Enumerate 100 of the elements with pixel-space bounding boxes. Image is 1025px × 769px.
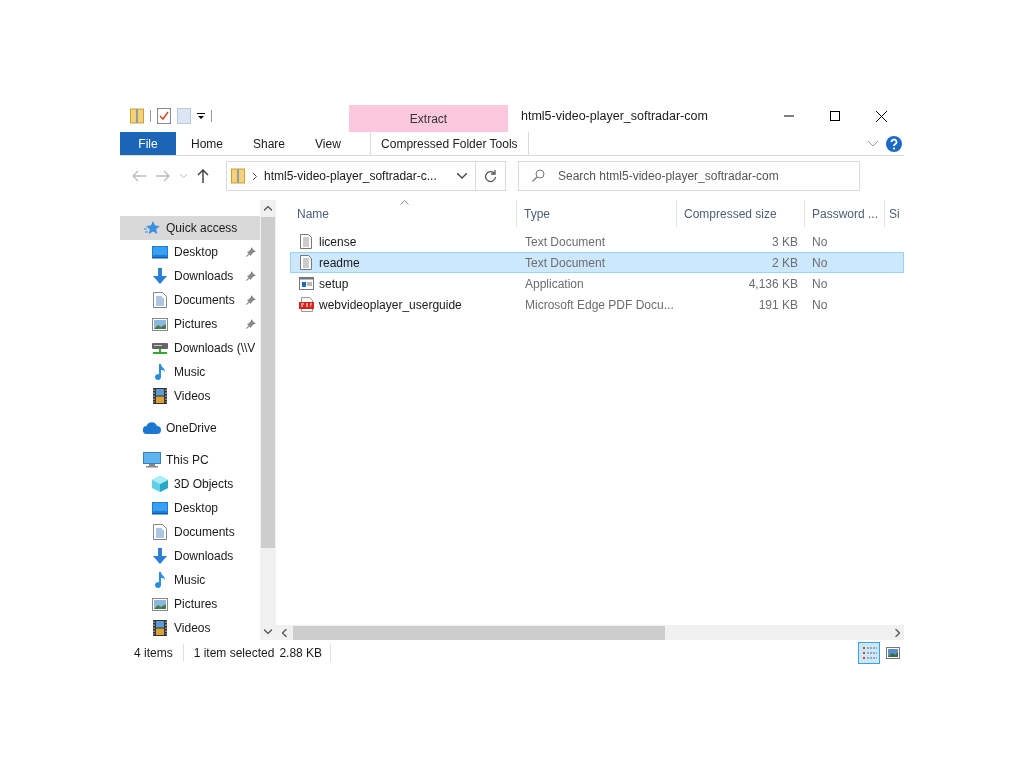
document-icon bbox=[151, 292, 169, 308]
chevron-down-icon[interactable] bbox=[457, 173, 467, 179]
column-header[interactable]: Si bbox=[884, 200, 904, 228]
file-row[interactable]: license Text Document 3 KB No bbox=[290, 231, 904, 252]
network-drive-icon bbox=[151, 341, 169, 355]
ribbon-tab[interactable]: Compressed Folder Tools bbox=[369, 132, 529, 155]
properties-icon[interactable] bbox=[157, 108, 171, 124]
cube-icon bbox=[151, 476, 169, 492]
picture-icon bbox=[151, 597, 169, 611]
item-count: 4 items bbox=[120, 644, 184, 662]
nav-item[interactable]: Downloads bbox=[120, 264, 260, 288]
nav-item[interactable]: Music bbox=[120, 568, 260, 592]
file-name: webvideoplayer_userguide bbox=[319, 296, 462, 314]
nav-item[interactable]: Pictures bbox=[120, 592, 260, 616]
nav-item[interactable]: Documents bbox=[120, 288, 260, 312]
back-arrow-icon[interactable] bbox=[132, 170, 146, 182]
ribbon-tab[interactable]: View bbox=[300, 132, 356, 155]
picture-icon bbox=[151, 317, 169, 331]
cloud-icon bbox=[143, 422, 161, 434]
file-row[interactable]: setup Application 4,136 KB No bbox=[290, 273, 904, 294]
password-status: No bbox=[811, 296, 829, 314]
nav-item[interactable]: Downloads bbox=[120, 544, 260, 568]
refresh-icon[interactable] bbox=[484, 169, 497, 183]
password-status: No bbox=[811, 233, 829, 251]
pdf-file-icon bbox=[298, 297, 314, 312]
computer-icon bbox=[143, 452, 161, 468]
nav-item[interactable]: Videos bbox=[120, 616, 260, 640]
ribbon-tab[interactable]: File bbox=[120, 132, 176, 155]
column-header[interactable]: Password ... bbox=[804, 200, 884, 228]
file-row[interactable]: readme Text Document 2 KB No bbox=[290, 252, 904, 273]
password-status: No bbox=[811, 254, 829, 272]
nav-item[interactable]: This PC bbox=[120, 448, 260, 472]
nav-item[interactable]: Pictures bbox=[120, 312, 260, 336]
application-icon bbox=[298, 277, 314, 290]
file-type: Microsoft Edge PDF Docu... bbox=[524, 296, 675, 314]
scroll-right-icon[interactable] bbox=[895, 628, 900, 637]
close-icon bbox=[875, 110, 887, 122]
up-arrow-icon[interactable] bbox=[197, 169, 209, 183]
file-type: Application bbox=[524, 275, 585, 293]
scroll-left-icon[interactable] bbox=[282, 628, 287, 637]
scroll-up-icon[interactable] bbox=[264, 206, 272, 211]
file-type: Text Document bbox=[524, 254, 607, 272]
vertical-scrollbar[interactable] bbox=[260, 200, 276, 640]
scrollbar-thumb[interactable] bbox=[293, 625, 665, 640]
star-icon bbox=[143, 220, 161, 236]
nav-item[interactable]: Documents bbox=[120, 520, 260, 544]
monitor-icon bbox=[151, 245, 169, 259]
ribbon-tab[interactable]: Share bbox=[238, 132, 301, 155]
horizontal-scrollbar[interactable] bbox=[276, 625, 904, 640]
chevron-right-icon bbox=[253, 172, 257, 180]
scroll-down-icon[interactable] bbox=[264, 629, 272, 634]
column-header[interactable]: Type bbox=[516, 200, 676, 228]
column-header[interactable]: Compressed size bbox=[676, 200, 804, 228]
pin-icon[interactable] bbox=[246, 319, 256, 329]
pin-icon[interactable] bbox=[246, 247, 256, 257]
download-arrow-icon bbox=[151, 268, 169, 284]
window-title: html5-video-player_softradar-com bbox=[520, 107, 709, 125]
dropdown-icon[interactable] bbox=[197, 112, 205, 120]
zip-folder-icon bbox=[231, 168, 245, 184]
file-size: 4,136 KB bbox=[747, 275, 799, 293]
details-view-button[interactable] bbox=[858, 642, 880, 664]
nav-item[interactable]: Desktop bbox=[120, 496, 260, 520]
file-name: license bbox=[319, 233, 357, 251]
ribbon-tab[interactable]: Home bbox=[176, 132, 238, 155]
file-size: 2 KB bbox=[771, 254, 799, 272]
text-file-icon bbox=[298, 234, 314, 249]
text-file-icon bbox=[298, 255, 314, 270]
address-path: html5-video-player_softradar-c... bbox=[264, 168, 438, 185]
address-bar[interactable]: html5-video-player_softradar-c... bbox=[226, 161, 506, 191]
document-icon bbox=[151, 524, 169, 540]
nav-item[interactable]: Quick access bbox=[120, 216, 260, 240]
search-icon bbox=[532, 169, 545, 182]
maximize-icon bbox=[830, 111, 840, 121]
nav-item[interactable]: OneDrive bbox=[120, 416, 260, 440]
help-icon[interactable] bbox=[886, 135, 902, 152]
details-list-icon bbox=[861, 646, 877, 660]
pin-icon[interactable] bbox=[246, 271, 256, 281]
monitor-icon bbox=[151, 501, 169, 515]
file-row[interactable]: webvideoplayer_userguide Microsoft Edge PDF Docu... 191 KB No bbox=[290, 294, 904, 315]
nav-item[interactable]: 3D Objects bbox=[120, 472, 260, 496]
file-name: setup bbox=[319, 275, 349, 293]
selection-size: 2.88 KB bbox=[279, 644, 332, 662]
nav-item[interactable]: Music bbox=[120, 360, 260, 384]
pin-icon[interactable] bbox=[246, 295, 256, 305]
search-field[interactable]: Search html5-video-player_softradar-com bbox=[518, 161, 860, 191]
nav-item[interactable]: Videos bbox=[120, 384, 260, 408]
file-name: readme bbox=[319, 254, 360, 272]
selection-status: 1 item selected bbox=[192, 645, 276, 662]
context-tab-header: Extract bbox=[349, 105, 508, 132]
download-arrow-icon bbox=[151, 548, 169, 564]
file-size: 191 KB bbox=[757, 296, 799, 314]
scrollbar-thumb[interactable] bbox=[261, 217, 275, 548]
film-icon bbox=[151, 388, 169, 404]
picture-icon bbox=[886, 647, 900, 659]
nav-item[interactable]: Downloads (\\V bbox=[120, 336, 260, 360]
column-header[interactable]: Name bbox=[290, 200, 516, 228]
file-size: 3 KB bbox=[771, 233, 799, 251]
nav-item[interactable]: Desktop bbox=[120, 240, 260, 264]
zip-folder-icon[interactable] bbox=[130, 108, 144, 124]
forward-arrow-icon[interactable] bbox=[156, 170, 170, 182]
